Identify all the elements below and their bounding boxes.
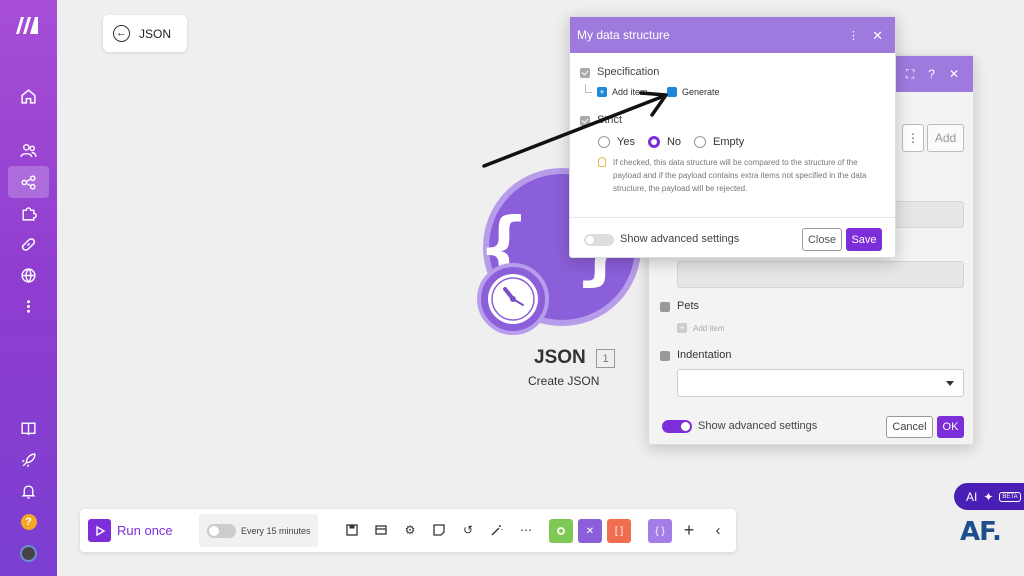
scenarios-icon[interactable]: [8, 166, 49, 198]
play-icon: [95, 525, 105, 536]
dialog-footer: Show advanced settings Close Save: [570, 217, 895, 258]
specification-label: Specification: [597, 66, 660, 78]
indentation-label: Indentation: [677, 349, 732, 361]
radio-empty[interactable]: Empty: [694, 136, 744, 148]
more-vertical-icon[interactable]: [8, 290, 49, 322]
indentation-checkbox[interactable]: [660, 351, 670, 361]
lightbulb-icon: [598, 157, 606, 167]
back-label: JSON: [139, 26, 172, 41]
strict-label: Strict: [597, 114, 623, 126]
more-options-button[interactable]: ⋮: [902, 124, 924, 152]
strict-hint: If checked, this data structure will be …: [613, 158, 867, 193]
help-icon[interactable]: ?: [928, 67, 935, 81]
plus-icon: +: [677, 323, 687, 333]
dialog-title: My data structure: [577, 28, 670, 42]
caret-down-icon: [946, 381, 954, 386]
avatar[interactable]: [8, 537, 49, 569]
dialog-header: My data structure ⋮ ✕: [570, 17, 895, 53]
json-icon[interactable]: { }: [648, 519, 672, 543]
advanced-settings-toggle[interactable]: [662, 420, 692, 433]
help-icon[interactable]: ?: [8, 506, 49, 538]
sidebar: ?: [0, 0, 57, 576]
add-item-button[interactable]: + Add item: [597, 87, 648, 97]
close-icon[interactable]: ✕: [949, 67, 959, 81]
plus-icon: +: [597, 87, 607, 97]
radio-yes[interactable]: Yes: [598, 136, 635, 148]
data-structure-dialog: My data structure ⋮ ✕ Specification + Ad…: [569, 16, 896, 258]
link-icon[interactable]: [8, 228, 49, 260]
ai-label: AI: [966, 489, 978, 504]
radio-label: Empty: [713, 136, 745, 148]
run-once-button[interactable]: [88, 519, 111, 542]
schedule-control[interactable]: Every 15 minutes: [199, 514, 318, 547]
flow-control-icon[interactable]: ✕: [578, 519, 602, 543]
magic-wand-icon: [667, 87, 677, 97]
generate-button[interactable]: Generate: [667, 87, 720, 97]
close-button[interactable]: Close: [802, 228, 842, 251]
puzzle-icon[interactable]: [8, 197, 49, 229]
back-button[interactable]: ← JSON: [103, 15, 187, 52]
notes-icon[interactable]: [373, 522, 389, 538]
schedule-toggle[interactable]: [207, 524, 236, 538]
indentation-select[interactable]: [677, 369, 964, 397]
radio-label: No: [666, 136, 682, 148]
book-icon[interactable]: [8, 412, 49, 444]
module-id-badge: 1: [596, 349, 615, 368]
clock-icon[interactable]: [477, 263, 549, 335]
expand-icon[interactable]: ⛶: [906, 67, 914, 82]
home-icon[interactable]: [8, 80, 49, 112]
more-vertical-icon[interactable]: ⋮: [848, 29, 859, 42]
more-horizontal-icon[interactable]: ⋯: [518, 522, 534, 538]
tree-connector: [585, 84, 592, 93]
radio-label: Yes: [617, 136, 635, 148]
strict-radio-group: Yes No Empty: [598, 136, 757, 148]
settings-icon[interactable]: ⚙: [402, 522, 418, 538]
rocket-icon[interactable]: [8, 444, 49, 476]
bell-icon[interactable]: [8, 475, 49, 507]
radio-button[interactable]: [694, 136, 707, 148]
ai-assistant-button[interactable]: AI ✦ BETA: [954, 483, 1024, 510]
watermark: AF.: [960, 517, 1002, 547]
chevron-left-icon[interactable]: ‹: [710, 522, 726, 539]
cancel-button[interactable]: Cancel: [886, 416, 933, 438]
magic-wand-icon[interactable]: [489, 522, 505, 538]
pets-add-item-button[interactable]: + Add item: [677, 323, 725, 333]
advanced-settings-toggle[interactable]: [584, 234, 614, 246]
add-icon[interactable]: +: [681, 520, 697, 540]
pets-checkbox[interactable]: [660, 302, 670, 312]
add-item-label: Add item: [612, 87, 648, 97]
radio-button-selected[interactable]: [647, 136, 660, 148]
undo-icon[interactable]: ↺: [460, 522, 476, 538]
advanced-settings-label: Show advanced settings: [698, 420, 818, 432]
globe-icon[interactable]: [8, 259, 49, 291]
specification-checkbox[interactable]: [580, 68, 590, 78]
close-icon[interactable]: ✕: [872, 28, 883, 44]
pets-label: Pets: [677, 300, 700, 312]
add-button[interactable]: Add: [927, 124, 964, 152]
tools-icon[interactable]: [549, 519, 573, 543]
run-once-label[interactable]: Run once: [117, 523, 173, 538]
text-parser-icon[interactable]: [ ]: [607, 519, 631, 543]
arrow-left-icon: ←: [113, 25, 130, 42]
save-button[interactable]: Save: [846, 228, 882, 251]
strict-checkbox[interactable]: [580, 116, 590, 126]
advanced-settings-label: Show advanced settings: [620, 233, 740, 245]
save-icon[interactable]: [344, 522, 360, 538]
bottom-toolbar: Run once Every 15 minutes ⚙ ↺ ⋯ ✕ [ ] { …: [80, 509, 736, 552]
beta-badge: BETA: [999, 491, 1021, 502]
module-subtitle: Create JSON: [528, 374, 600, 388]
note-icon[interactable]: [431, 522, 447, 538]
make-logo-icon[interactable]: [14, 14, 42, 36]
team-icon[interactable]: [8, 134, 49, 166]
radio-button[interactable]: [598, 136, 610, 148]
sparkle-icon: ✦: [983, 489, 994, 504]
ok-button[interactable]: OK: [937, 416, 964, 438]
add-item-label: Add item: [693, 323, 725, 333]
field-input[interactable]: [677, 261, 964, 288]
schedule-label: Every 15 minutes: [241, 526, 311, 536]
radio-no[interactable]: No: [647, 136, 682, 148]
module-name: JSON: [534, 347, 586, 368]
generate-label: Generate: [682, 87, 720, 97]
